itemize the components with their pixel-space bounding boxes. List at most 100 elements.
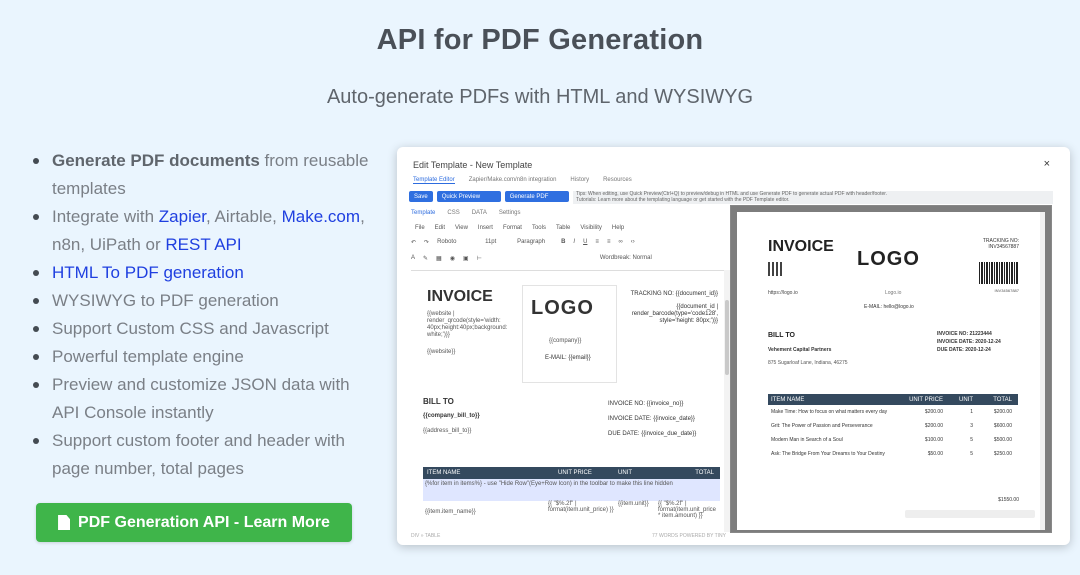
menu-visibility[interactable]: Visibility [580, 225, 602, 231]
window-title: Edit Template - New Template [413, 160, 533, 170]
menu-file[interactable]: File [415, 225, 425, 231]
tab-integration[interactable]: Zapier/Make.com/n8n integration [469, 177, 557, 184]
html-to-pdf-link[interactable]: HTML To PDF generation [52, 263, 244, 282]
subtab-data[interactable]: DATA [472, 210, 487, 216]
feature-item: HTML To PDF generation [30, 259, 380, 287]
subtab-settings[interactable]: Settings [499, 210, 521, 216]
feature-item: Support Custom CSS and Javascript [30, 315, 380, 343]
menu-help[interactable]: Help [612, 225, 624, 231]
page-subtitle: Auto-generate PDFs with HTML and WYSIWYG [326, 86, 754, 108]
quick-preview-button[interactable]: Quick Preview [436, 191, 501, 202]
feature-item: Generate PDF documents from reusable tem… [30, 147, 380, 203]
underline-icon[interactable]: U [583, 239, 587, 249]
page-title: API for PDF Generation [376, 24, 704, 56]
menu-insert[interactable]: Insert [478, 225, 493, 231]
wysiwyg-editor[interactable]: INVOICE {{website | render_qrcode(style=… [411, 270, 724, 530]
preview-bill-to: BILL TO [768, 332, 795, 339]
align-center-icon[interactable]: ≡ [607, 239, 611, 249]
text-color-icon[interactable]: A [411, 255, 415, 265]
preview-email: E-MAIL: hello@logo.io [864, 304, 914, 310]
close-icon[interactable]: × [1044, 158, 1050, 170]
page-break-icon[interactable]: ⊢ [477, 255, 482, 265]
learn-more-label: PDF Generation API - Learn More [78, 513, 330, 531]
tips-box: Tips: When editing, use Quick Preview(Ct… [573, 191, 1053, 204]
editor-subtabs: Template CSS DATA Settings [411, 210, 521, 216]
rest-api-link[interactable]: REST API [165, 235, 241, 254]
feature-item: Support custom footer and header with pa… [30, 427, 380, 483]
editor-email-tag: E-MAIL: {{email}} [545, 355, 591, 361]
editor-address-bill: {{address_bill_to}} [423, 428, 472, 434]
preview-invoice-heading: INVOICE [768, 238, 834, 255]
redo-icon[interactable]: ↷ [424, 239, 429, 249]
editor-invoice-heading: INVOICE [427, 288, 493, 305]
qr-code-icon [768, 262, 782, 276]
editor-item-row: {{item.item_name}} {{ "$%.2f" | format(i… [425, 501, 717, 519]
preview-total: $1550.00 [998, 497, 1019, 503]
tutorial-text: Tutorials: Learn more about the templati… [576, 197, 790, 203]
feature-item: WYSIWYG to PDF generation [30, 287, 380, 315]
tab-history[interactable]: History [570, 177, 589, 184]
editor-bill-to: BILL TO [423, 397, 454, 406]
bold-icon[interactable]: B [561, 239, 565, 249]
table-row: Grit: The Power of Passion and Persevera… [771, 423, 1012, 429]
editor-company-bill: {{company_bill_to}} [423, 413, 480, 419]
editor-loop-row: {%for item in items%} - use "Hide Row"(E… [423, 479, 720, 501]
preview-zoom-controls[interactable] [905, 510, 1035, 518]
template-editor-window: Edit Template - New Template × Template … [397, 147, 1070, 545]
pdf-preview-pane: INVOICE https://logo.io LOGO Logo.io E-M… [730, 205, 1052, 533]
preview-logo: LOGO [857, 248, 920, 270]
make-link[interactable]: Make.com [282, 207, 360, 226]
preview-items-table: ITEM NAME UNIT PRICE UNIT TOTAL Make Tim… [768, 394, 1018, 461]
tab-template-editor[interactable]: Template Editor [413, 177, 455, 184]
image-icon[interactable]: ▣ [463, 255, 469, 265]
link-icon[interactable]: ∞ [618, 239, 622, 249]
highlight-icon[interactable]: ✎ [423, 255, 428, 265]
barcode-icon [979, 262, 1019, 284]
code-icon[interactable]: ‹› [631, 239, 635, 249]
feature-list: Generate PDF documents from reusable tem… [30, 147, 380, 483]
toolbar-row-2: A ✎ ▦ ◉ ▣ ⊢ Wordbreak: Normal [411, 255, 726, 265]
table-row: Modern Man in Search of a Soul $100.00 5… [771, 437, 1012, 443]
subtab-css[interactable]: CSS [447, 210, 459, 216]
menu-view[interactable]: View [455, 225, 468, 231]
menu-table[interactable]: Table [556, 225, 570, 231]
preview-table-header: ITEM NAME UNIT PRICE UNIT TOTAL [768, 394, 1018, 405]
editor-statusbar: DIV » TABLE 77 WORDS POWERED BY TINY [411, 533, 726, 539]
undo-icon[interactable]: ↶ [411, 239, 416, 249]
menu-tools[interactable]: Tools [532, 225, 546, 231]
editor-company-tag: {{company}} [549, 338, 582, 344]
feature-bold: Generate PDF documents [52, 151, 260, 170]
preview-scrollbar[interactable] [1040, 212, 1045, 530]
pdf-file-icon [58, 515, 71, 530]
subtab-template[interactable]: Template [411, 210, 435, 216]
paragraph-select[interactable]: Paragraph [517, 239, 553, 249]
editor-button-row: Save Quick Preview Generate PDF [409, 191, 569, 202]
menu-edit[interactable]: Edit [435, 225, 445, 231]
editor-invoice-meta: INVOICE NO: {{invoice_no}} INVOICE DATE:… [608, 401, 697, 437]
size-select[interactable]: 11pt [485, 239, 509, 249]
feature-item: Preview and customize JSON data with API… [30, 371, 380, 427]
zapier-link[interactable]: Zapier [159, 207, 206, 226]
menu-format[interactable]: Format [503, 225, 522, 231]
preview-address: 875 Sugarloaf Lane, Indiana, 46275 [768, 360, 848, 366]
italic-icon[interactable]: I [573, 239, 575, 249]
generate-pdf-button[interactable]: Generate PDF [504, 191, 569, 202]
preview-company: Vehement Capital Partners [768, 347, 832, 353]
hide-row-icon[interactable]: ◉ [450, 255, 455, 265]
editor-website-tag: {{website}} [427, 349, 456, 355]
save-button[interactable]: Save [409, 191, 433, 202]
tab-resources[interactable]: Resources [603, 177, 632, 184]
align-left-icon[interactable]: ≡ [595, 239, 599, 249]
table-row: Ask: The Bridge From Your Dreams to Your… [771, 451, 1012, 457]
editor-qr-code-tag: {{website | render_qrcode(style='width: … [427, 311, 508, 338]
wordbreak-select[interactable]: Wordbreak: Normal [600, 255, 652, 265]
table-icon[interactable]: ▦ [436, 255, 442, 265]
window-tabs: Template Editor Zapier/Make.com/n8n inte… [413, 177, 632, 184]
font-select[interactable]: Roboto [437, 239, 477, 249]
editor-tracking: TRACKING NO: {{document_id}} {{document_… [630, 291, 718, 324]
learn-more-button[interactable]: PDF Generation API - Learn More [36, 503, 352, 542]
preview-invoice-meta: INVOICE NO: 21223444 INVOICE DATE: 2020-… [937, 331, 1001, 353]
feature-item: Integrate with Zapier, Airtable, Make.co… [30, 203, 380, 259]
preview-tracking: TRACKING NO: INV34567887 [982, 238, 1019, 250]
toolbar-row-1: ↶ ↷ Roboto 11pt Paragraph B I U ≡ ≡ ∞ ‹› [411, 239, 726, 249]
